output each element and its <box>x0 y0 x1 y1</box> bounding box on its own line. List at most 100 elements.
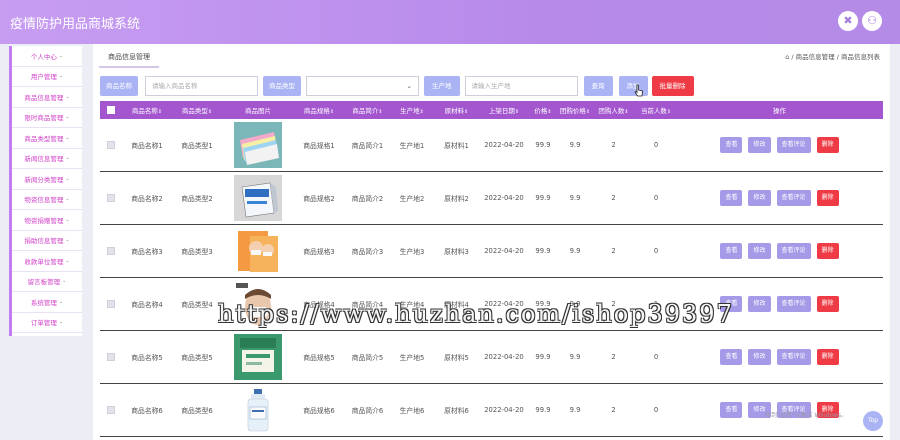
edit-button[interactable]: 修改 <box>748 349 771 365</box>
table-cell: 9.9 <box>569 353 581 361</box>
row-checkbox[interactable] <box>100 247 122 255</box>
row-checkbox[interactable] <box>100 300 122 308</box>
chevron-down-icon: ⌄ <box>58 319 64 326</box>
sidebar-item[interactable]: 留言板管理 ⌄ <box>12 272 82 292</box>
producer-label: 生产地 <box>424 76 460 96</box>
chevron-down-icon: ⌄ <box>65 257 70 264</box>
sort-icon: ⇕ <box>419 109 424 115</box>
column-header[interactable]: 商品类型⇕ <box>172 105 222 115</box>
goods-image <box>222 175 294 221</box>
row-checkbox[interactable] <box>100 141 122 149</box>
sidebar-item-label: 留言板管理 <box>27 278 61 287</box>
goods-image <box>222 228 294 274</box>
view-button[interactable]: 查看 <box>720 137 743 153</box>
delete-button[interactable]: 删除 <box>816 296 839 312</box>
sidebar-item[interactable]: 捐助信息管理 ⌄ <box>12 231 82 251</box>
goods-table: 商品名称⇕ 商品类型⇕ 商品图片 商品规格⇕ 商品简介⇕ 生产地⇕ 原材料⇕ 上架日期⇕ 价格⇕… <box>100 101 883 437</box>
edit-button[interactable]: 修改 <box>748 190 771 206</box>
fullscreen-icon[interactable]: ✖ <box>838 11 858 31</box>
column-header[interactable]: 商品规格⇕ <box>294 105 344 115</box>
edit-button[interactable]: 修改 <box>748 137 771 153</box>
column-header-label: 商品图片 <box>245 107 271 115</box>
column-header[interactable]: 生产地⇕ <box>391 105 433 115</box>
sidebar-item-label: 收款单位管理 <box>24 257 64 266</box>
chevron-down-icon: ⌄ <box>406 82 412 90</box>
column-header[interactable]: 价格⇕ <box>528 105 558 115</box>
table-cell: 商品规格6 <box>303 407 335 415</box>
table-cell: 商品简介1 <box>351 142 384 150</box>
sidebar-item[interactable]: 收款单位管理 ⌄ <box>12 251 82 272</box>
table-cell: 2 <box>611 406 616 414</box>
batch-delete-button[interactable]: 批量删除 <box>651 76 694 96</box>
review-button[interactable]: 查看评论 <box>776 349 811 365</box>
sort-icon: ⇕ <box>329 109 335 115</box>
table-cell: 商品简介3 <box>351 248 384 256</box>
delete-button[interactable]: 删除 <box>816 190 839 206</box>
column-header-label: 价格 <box>534 107 548 115</box>
table-cell: 原材料5 <box>444 354 469 362</box>
view-button[interactable]: 查看 <box>720 243 743 259</box>
sidebar-item[interactable]: 新闻信息管理 ⌄ <box>12 149 82 169</box>
table-cell: 商品类型2 <box>181 195 213 203</box>
edit-button[interactable]: 修改 <box>748 243 771 259</box>
table-cell: 生产地3 <box>399 248 425 256</box>
review-button[interactable]: 查看评论 <box>776 296 811 312</box>
sidebar-item[interactable]: 限时商品管理 ⌄ <box>12 108 82 128</box>
table-cell: 生产地2 <box>399 195 425 203</box>
sidebar-item[interactable]: 商品信息管理 ⌄ <box>12 87 82 108</box>
sidebar-item[interactable]: 系统管理 ⌄ <box>12 292 82 313</box>
review-button[interactable]: 查看评论 <box>776 243 811 259</box>
review-button[interactable]: 查看评论 <box>776 190 811 206</box>
user-icon[interactable]: ⚇ <box>862 11 882 31</box>
table-cell: 2022-04-20 <box>484 141 524 149</box>
column-header[interactable]: 商品名称⇕ <box>122 105 172 115</box>
producer-input[interactable]: 请输入生产地 <box>464 76 578 96</box>
table-cell: 商品规格1 <box>303 142 335 150</box>
sidebar-item-label: 限时商品管理 <box>24 114 64 123</box>
review-button[interactable]: 查看评论 <box>776 137 811 153</box>
sidebar-item[interactable]: 商品类型管理 ⌄ <box>12 128 82 149</box>
sidebar-item[interactable]: 个人中心 ⌄ <box>12 46 82 67</box>
type-label: 商品类型 <box>263 76 301 96</box>
sidebar-item[interactable]: 用户管理 ⌄ <box>12 67 82 87</box>
sort-icon: ⇕ <box>378 109 383 115</box>
table-cell: 2022-04-20 <box>484 353 524 361</box>
back-to-top-button[interactable]: Top <box>863 411 883 431</box>
table-cell: 商品名称5 <box>131 354 163 362</box>
row-checkbox[interactable] <box>100 194 122 202</box>
view-button[interactable]: 查看 <box>720 349 743 365</box>
sidebar-item[interactable]: 物资捐赠管理 ⌄ <box>12 210 82 231</box>
select-all-checkbox[interactable] <box>100 106 122 114</box>
delete-button[interactable]: 删除 <box>816 349 839 365</box>
chevron-down-icon: ⌄ <box>62 278 67 285</box>
type-select[interactable]: ⌄ <box>306 76 419 96</box>
column-header[interactable]: 当前人数⇕ <box>635 105 677 115</box>
delete-button[interactable]: 删除 <box>816 243 839 259</box>
column-header[interactable]: 团购价格⇕ <box>558 105 592 115</box>
column-header[interactable]: 商品简介⇕ <box>344 105 391 115</box>
table-cell: 商品类型5 <box>181 354 213 362</box>
table-cell: 99.9 <box>535 353 551 361</box>
column-header[interactable]: 上架日期⇕ <box>480 105 528 115</box>
sidebar-item[interactable]: 订单管理 ⌄ <box>12 313 82 333</box>
view-button[interactable]: 查看 <box>720 190 743 206</box>
column-header-label: 团购人数 <box>598 107 625 115</box>
view-button[interactable]: 查看 <box>720 402 743 418</box>
delete-button[interactable]: 删除 <box>816 137 839 153</box>
name-input[interactable]: 请输入商品名称 <box>145 76 258 96</box>
table-cell: 商品名称3 <box>131 248 163 256</box>
tab-goods-info[interactable]: 商品信息管理 <box>99 47 159 68</box>
column-header[interactable]: 原材料⇕ <box>433 105 480 115</box>
row-checkbox[interactable] <box>100 353 122 361</box>
sidebar-item[interactable]: 新闻分类管理 ⌄ <box>12 169 82 190</box>
column-header-label: 原材料 <box>444 107 465 115</box>
row-checkbox[interactable] <box>100 406 122 414</box>
sidebar-item[interactable]: 物资信息管理 ⌄ <box>12 190 82 210</box>
table-row: 商品名称2 商品类型2 商品规格2 商品简介2 生产地2 原材料2 2022-04-20 99… <box>100 172 883 225</box>
edit-button[interactable]: 修改 <box>748 296 771 312</box>
table-cell: 原材料2 <box>444 195 469 203</box>
query-button[interactable]: 查询 <box>583 76 613 96</box>
chevron-down-icon: ⌄ <box>65 175 70 182</box>
table-cell: 商品规格3 <box>303 248 335 256</box>
column-header[interactable]: 团购人数⇕ <box>592 105 635 115</box>
